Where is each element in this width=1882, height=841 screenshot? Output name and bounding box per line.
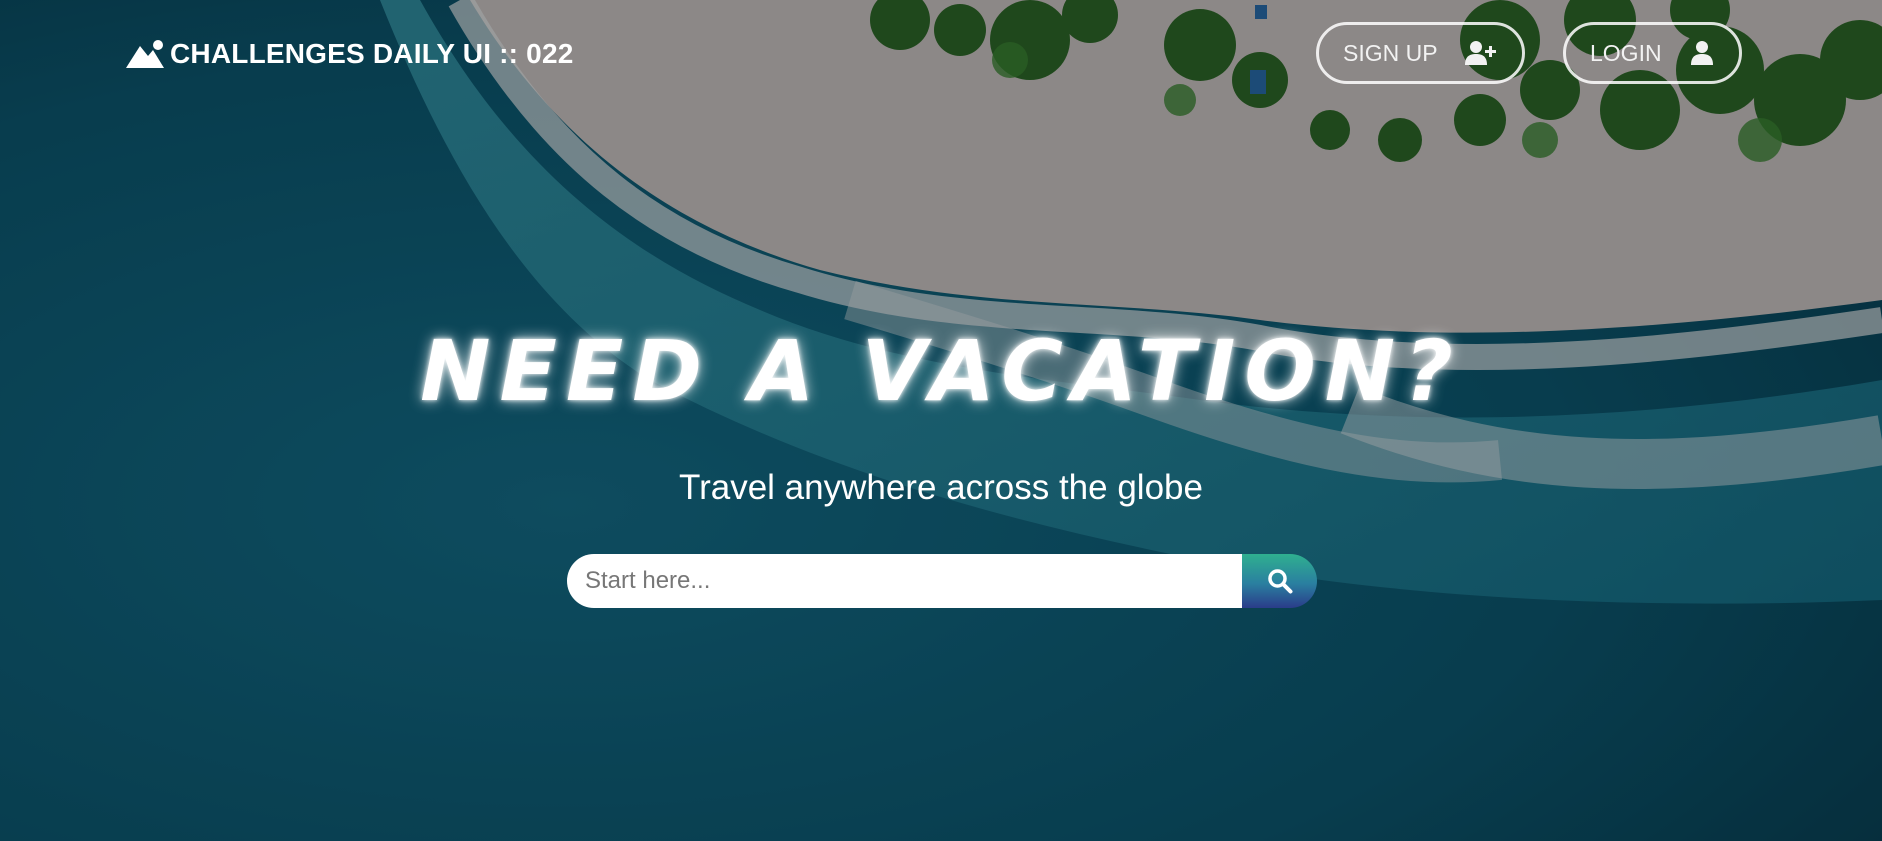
search-bar: [567, 554, 1317, 608]
mountain-icon: [126, 40, 164, 68]
hero-subtitle: Travel anywhere across the globe: [679, 468, 1203, 507]
search-button[interactable]: [1242, 554, 1317, 608]
signup-label: SIGN UP: [1343, 39, 1438, 66]
brand-name: CHALLENGES DAILY UI :: 022: [170, 38, 574, 69]
user-icon: [1690, 41, 1713, 65]
top-navigation: CHALLENGES DAILY UI :: 022 SIGN UP LOGIN: [0, 0, 1882, 110]
dark-overlay: [0, 0, 1882, 841]
search-input[interactable]: [567, 554, 1242, 608]
search-icon: [1267, 569, 1292, 594]
hero-headline: NEED A VACATION?: [420, 322, 1462, 420]
signup-button[interactable]: SIGN UP: [1316, 22, 1525, 84]
login-label: LOGIN: [1590, 39, 1662, 66]
brand-logo[interactable]: CHALLENGES DAILY UI :: 022: [126, 38, 574, 70]
hero-section: CHALLENGES DAILY UI :: 022 SIGN UP LOGIN…: [0, 0, 1882, 841]
login-button[interactable]: LOGIN: [1563, 22, 1742, 84]
user-plus-icon: [1464, 41, 1496, 65]
